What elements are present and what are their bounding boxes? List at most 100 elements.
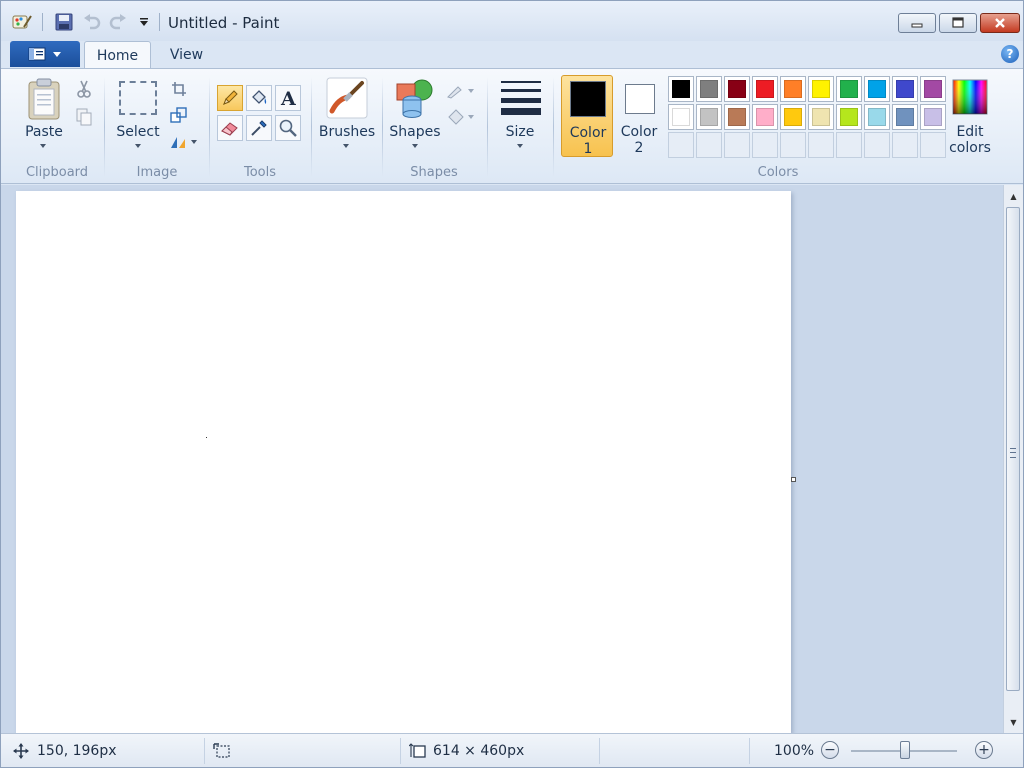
copy-icon[interactable] [73,106,95,128]
zoom-out-button[interactable]: − [821,741,839,759]
color1-swatch [570,81,606,117]
chevron-down-icon[interactable] [39,143,47,149]
custom-color-slot[interactable] [864,132,890,158]
text-tool-button[interactable]: A [275,85,301,111]
zoom-slider-thumb[interactable] [900,741,910,759]
resize-icon[interactable] [168,104,190,126]
scroll-down-icon[interactable]: ▼ [1004,713,1023,731]
color2-label-line1: Color [620,124,658,140]
redo-icon[interactable] [107,11,129,33]
group-separator [553,77,554,177]
customize-quick-access-icon[interactable] [133,11,155,33]
eraser-tool-button[interactable] [217,115,243,141]
palette-color-swatch[interactable] [752,76,778,102]
zoom-in-button[interactable]: + [975,741,993,759]
ribbon-tab-row: Home View ? [1,41,1023,69]
palette-color-swatch[interactable] [892,104,918,130]
custom-color-slot[interactable] [696,132,722,158]
palette-color-swatch[interactable] [864,76,890,102]
paste-icon[interactable] [25,77,63,121]
vertical-scrollbar[interactable]: ▲ ▼ [1003,185,1023,733]
custom-color-slot[interactable] [836,132,862,158]
text-icon: A [280,88,296,108]
image-group-label: Image [136,165,178,180]
outline-icon[interactable] [445,79,477,101]
close-button[interactable] [980,13,1020,33]
scrollbar-thumb[interactable] [1006,207,1020,691]
fill-tool-button[interactable] [246,85,272,111]
chevron-down-icon[interactable] [516,143,524,149]
palette-color-swatch[interactable] [780,76,806,102]
save-icon[interactable] [53,11,75,33]
palette-color-swatch[interactable] [864,104,890,130]
group-separator [487,77,488,177]
crop-icon[interactable] [168,78,190,100]
brushes-button[interactable]: Brushes [317,124,377,140]
drawing-canvas[interactable] [16,191,791,733]
edit-colors-button[interactable]: Edit colors [943,124,997,156]
canvas-resize-handle[interactable] [791,477,796,482]
palette-color-swatch[interactable] [892,76,918,102]
application-menu-button[interactable] [10,41,80,67]
title-bar: Untitled - Paint [1,1,1023,41]
group-separator [104,77,105,177]
shapes-icon[interactable] [395,78,437,118]
minimize-icon [911,23,923,28]
palette-color-swatch[interactable] [724,76,750,102]
close-icon [995,18,1005,28]
shapes-button[interactable]: Shapes [388,124,442,140]
magnifier-tool-button[interactable] [275,115,301,141]
clipboard-group-label: Clipboard [25,165,89,180]
chevron-down-icon[interactable] [342,143,350,149]
custom-color-slot[interactable] [668,132,694,158]
palette-color-swatch[interactable] [668,104,694,130]
pencil-tool-button[interactable] [217,85,243,111]
minimize-button[interactable] [898,13,936,33]
color1-button[interactable]: Color 1 [561,75,613,157]
paste-button[interactable]: Paste [19,124,69,140]
color-picker-tool-button[interactable] [246,115,272,141]
brushes-icon[interactable] [326,77,368,119]
palette-color-swatch[interactable] [696,76,722,102]
palette-color-swatch[interactable] [836,104,862,130]
paint-app-icon[interactable] [11,11,33,33]
chevron-down-icon[interactable] [411,143,419,149]
palette-color-swatch[interactable] [808,104,834,130]
palette-color-swatch[interactable] [808,76,834,102]
custom-color-slot[interactable] [780,132,806,158]
undo-icon[interactable] [81,11,103,33]
chevron-down-icon[interactable] [134,143,142,149]
size-button[interactable]: Size [497,124,543,140]
custom-color-slot[interactable] [752,132,778,158]
select-icon[interactable] [119,81,157,115]
tab-home[interactable]: Home [84,41,151,69]
palette-color-swatch[interactable] [752,104,778,130]
fill-bucket-icon [252,90,267,104]
palette-color-swatch[interactable] [780,104,806,130]
custom-color-slot[interactable] [724,132,750,158]
tab-view[interactable]: View [153,41,220,69]
size-icon[interactable] [500,78,542,118]
custom-color-slot[interactable] [808,132,834,158]
palette-color-swatch[interactable] [836,76,862,102]
select-button[interactable]: Select [112,124,164,140]
fill-icon[interactable] [445,105,477,127]
group-separator [382,77,383,177]
help-icon[interactable]: ? [1001,45,1019,63]
cut-icon[interactable] [73,78,95,100]
palette-color-swatch[interactable] [696,104,722,130]
rotate-icon[interactable] [168,131,200,153]
selection-size-icon [213,743,230,758]
palette-color-fill [784,80,802,98]
group-separator [311,77,312,177]
palette-color-swatch[interactable] [668,76,694,102]
maximize-button[interactable] [939,13,977,33]
palette-color-swatch[interactable] [920,76,946,102]
edit-colors-icon[interactable] [952,79,988,115]
eraser-icon [221,122,238,136]
custom-color-slot[interactable] [892,132,918,158]
palette-color-swatch[interactable] [724,104,750,130]
colors-group-label: Colors [757,165,799,180]
scroll-up-icon[interactable]: ▲ [1004,187,1023,205]
color2-button[interactable]: Color 2 [613,75,665,157]
